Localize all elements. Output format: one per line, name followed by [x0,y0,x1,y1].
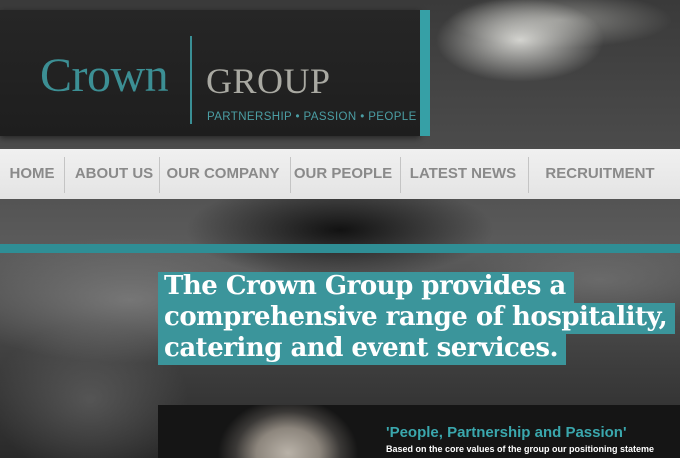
nav-item-recruitment[interactable]: RECRUITMENT [538,149,662,199]
nav-item-our-company[interactable]: OUR COMPANY [162,149,284,199]
teal-divider-band [0,244,680,253]
logo-panel[interactable]: Crown GROUP PARTNERSHIP • PASSION • PEOP… [0,10,420,136]
feature-text: Based on the core values of the group ou… [386,444,655,454]
logo-tagline: PARTNERSHIP • PASSION • PEOPLE [207,111,417,123]
nav-item-home[interactable]: HOME [0,149,64,199]
hero-headline: The Crown Group provides a comprehensive… [158,272,676,365]
feature-panel: 'People, Partnership and Passion' Based … [158,405,680,458]
hero-line: The Crown Group provides a [158,272,574,303]
logo-accent-bar [420,10,430,136]
logo-wordmark: Crown [40,49,169,102]
nav-item-our-people[interactable]: OUR PEOPLE [292,149,394,199]
nav-separator [528,157,529,193]
hero-line: comprehensive range of hospitality, [158,303,676,334]
person-photo [198,405,378,458]
nav-item-about-us[interactable]: ABOUT US [70,149,158,199]
logo-divider [190,36,192,124]
nav-separator [290,157,291,193]
feature-title: 'People, Partnership and Passion' [386,424,627,441]
nav-separator [159,157,160,193]
nav-separator [64,157,65,193]
logo-group-text: GROUP [206,61,331,101]
hero-line: catering and event services. [158,334,567,365]
nav-separator [400,157,401,193]
main-navigation: HOME ABOUT US OUR COMPANY OUR PEOPLE LAT… [0,149,680,199]
nav-item-latest-news[interactable]: LATEST NEWS [404,149,522,199]
